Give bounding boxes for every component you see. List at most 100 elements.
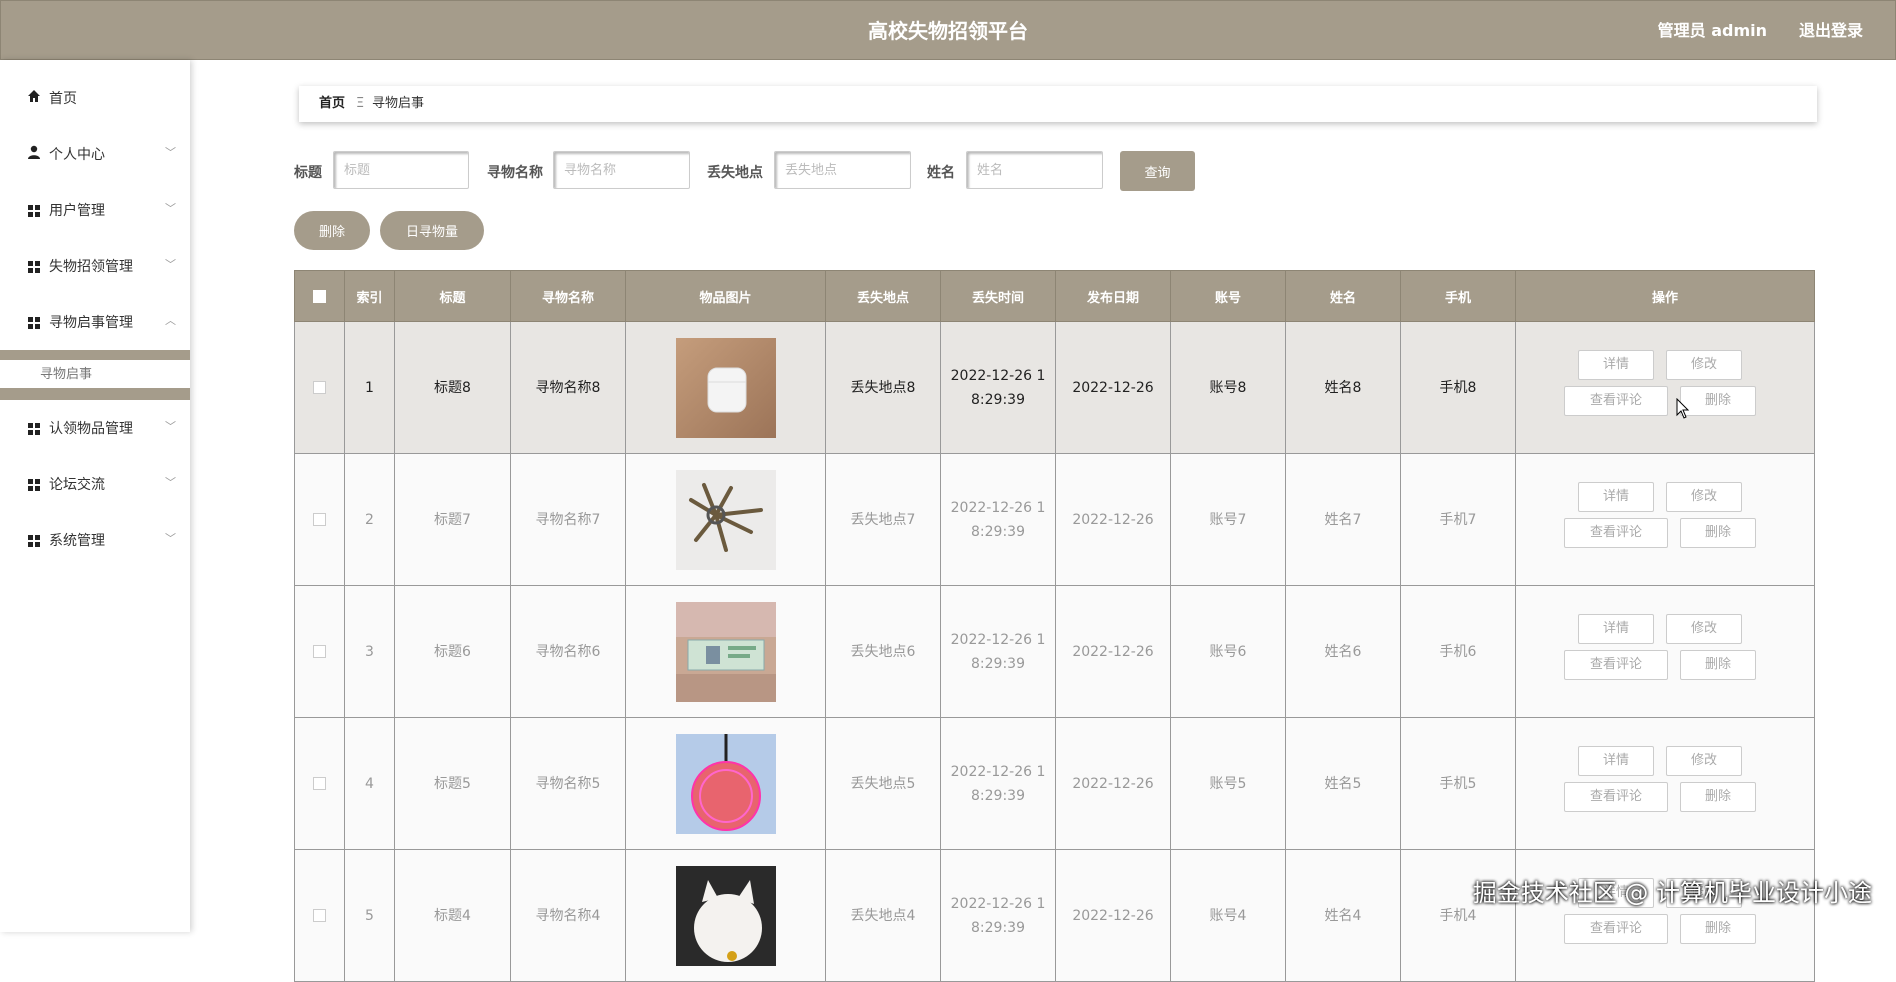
place-search-input[interactable] bbox=[774, 151, 911, 189]
sidebar: 首页 个人中心 ﹀ 用户管理 ﹀ 失物招领管理 ﹀ 寻物启事管理 ︿ 寻物启事 … bbox=[0, 60, 190, 932]
grid-icon bbox=[26, 457, 42, 513]
chevron-down-icon: ﹀ bbox=[165, 532, 176, 545]
logout-link[interactable]: 退出登录 bbox=[1799, 1, 1863, 61]
cat-photo bbox=[675, 865, 776, 966]
time-cell: 2022-12-26 18:29:39 bbox=[940, 453, 1056, 586]
view-comments-button[interactable]: 查看评论 bbox=[1564, 518, 1668, 548]
breadcrumb-separator: Ξ bbox=[356, 96, 365, 111]
sidebar-item-label: 系统管理 bbox=[49, 533, 105, 549]
sidebar-item-users[interactable]: 用户管理 ﹀ bbox=[0, 183, 190, 239]
detail-button[interactable]: 详情 bbox=[1578, 746, 1654, 776]
app-title: 高校失物招领平台 bbox=[868, 19, 1028, 43]
phone-cell: 手机7 bbox=[1400, 453, 1516, 586]
chevron-down-icon: ﹀ bbox=[165, 202, 176, 215]
phone-cell: 手机6 bbox=[1400, 585, 1516, 718]
title-search-input[interactable] bbox=[333, 151, 469, 189]
column-header: 索引 bbox=[344, 270, 395, 322]
column-header: 操作 bbox=[1515, 270, 1815, 322]
person-search-label: 姓名 bbox=[927, 165, 955, 181]
grid-icon bbox=[26, 295, 42, 351]
chevron-down-icon: ﹀ bbox=[165, 476, 176, 489]
delete-row-button[interactable]: 删除 bbox=[1680, 386, 1756, 416]
place-cell: 丢失地点4 bbox=[825, 849, 941, 982]
edit-button[interactable]: 修改 bbox=[1666, 746, 1742, 776]
column-header: 账号 bbox=[1170, 270, 1286, 322]
row-checkbox[interactable] bbox=[313, 909, 326, 922]
sidebar-item-lost-found[interactable]: 失物招领管理 ﹀ bbox=[0, 239, 190, 295]
row-checkbox[interactable] bbox=[313, 513, 326, 526]
column-header: 姓名 bbox=[1285, 270, 1401, 322]
delete-selected-button[interactable]: 删除 bbox=[294, 211, 370, 250]
delete-row-button[interactable]: 删除 bbox=[1680, 782, 1756, 812]
date-cell: 2022-12-26 bbox=[1055, 849, 1171, 982]
title-cell: 标题4 bbox=[394, 849, 511, 982]
account-cell: 账号7 bbox=[1170, 453, 1286, 586]
edit-button[interactable]: 修改 bbox=[1666, 614, 1742, 644]
sidebar-item-claim[interactable]: 认领物品管理 ﹀ bbox=[0, 401, 190, 457]
sidebar-item-home[interactable]: 首页 bbox=[0, 71, 190, 127]
index-cell: 1 bbox=[344, 321, 395, 454]
query-button[interactable]: 查询 bbox=[1120, 151, 1195, 191]
person-cell: 姓名5 bbox=[1285, 717, 1401, 850]
title-cell: 标题5 bbox=[394, 717, 511, 850]
delete-row-button[interactable]: 删除 bbox=[1680, 650, 1756, 680]
title-cell: 标题6 bbox=[394, 585, 511, 718]
index-cell: 2 bbox=[344, 453, 395, 586]
sidebar-item-personal[interactable]: 个人中心 ﹀ bbox=[0, 127, 190, 183]
column-header: 标题 bbox=[394, 270, 511, 322]
daily-count-button[interactable]: 日寻物量 bbox=[380, 211, 484, 250]
grid-icon bbox=[26, 401, 42, 457]
edit-button[interactable]: 修改 bbox=[1666, 482, 1742, 512]
view-comments-button[interactable]: 查看评论 bbox=[1564, 782, 1668, 812]
sidebar-item-forum[interactable]: 论坛交流 ﹀ bbox=[0, 457, 190, 513]
row-select-cell bbox=[294, 849, 345, 982]
edit-button[interactable]: 修改 bbox=[1666, 350, 1742, 380]
select-all-header[interactable] bbox=[294, 270, 345, 322]
sidebar-item-label: 论坛交流 bbox=[49, 477, 105, 493]
row-checkbox[interactable] bbox=[313, 381, 326, 394]
title-cell: 标题7 bbox=[394, 453, 511, 586]
name-cell: 寻物名称8 bbox=[510, 321, 626, 454]
grid-icon bbox=[26, 513, 42, 569]
table-row: 3 标题6 寻物名称6 丢失地点6 2022-12-26 18:29:39 20… bbox=[294, 585, 1815, 718]
sidebar-item-label: 认领物品管理 bbox=[49, 421, 133, 437]
person-search-input[interactable] bbox=[966, 151, 1103, 189]
breadcrumb: 首页 Ξ 寻物启事 bbox=[299, 86, 1817, 122]
view-comments-button[interactable]: 查看评论 bbox=[1564, 650, 1668, 680]
detail-button[interactable]: 详情 bbox=[1578, 350, 1654, 380]
delete-row-button[interactable]: 删除 bbox=[1680, 914, 1756, 944]
chevron-down-icon: ﹀ bbox=[165, 258, 176, 271]
person-cell: 姓名8 bbox=[1285, 321, 1401, 454]
view-comments-button[interactable]: 查看评论 bbox=[1564, 386, 1668, 416]
detail-button[interactable]: 详情 bbox=[1578, 614, 1654, 644]
date-cell: 2022-12-26 bbox=[1055, 717, 1171, 850]
ops-cell: 详情 修改 查看评论 删除 bbox=[1515, 849, 1815, 982]
chevron-up-icon: ︿ bbox=[165, 314, 176, 327]
date-cell: 2022-12-26 bbox=[1055, 453, 1171, 586]
row-checkbox[interactable] bbox=[313, 777, 326, 790]
table-row: 1 标题8 寻物名称8 丢失地点8 2022-12-26 18:29:39 20… bbox=[294, 321, 1815, 454]
breadcrumb-home[interactable]: 首页 bbox=[319, 86, 345, 122]
row-select-cell bbox=[294, 585, 345, 718]
select-all-checkbox[interactable] bbox=[313, 289, 326, 303]
place-cell: 丢失地点7 bbox=[825, 453, 941, 586]
name-search-input[interactable] bbox=[553, 151, 690, 189]
phone-cell: 手机5 bbox=[1400, 717, 1516, 850]
date-cell: 2022-12-26 bbox=[1055, 321, 1171, 454]
table-row: 2 标题7 寻物名称7 丢失地点7 2022-12-26 18:29:39 20… bbox=[294, 453, 1815, 586]
ops-cell: 详情 修改 查看评论 删除 bbox=[1515, 453, 1815, 586]
detail-button[interactable]: 详情 bbox=[1578, 482, 1654, 512]
place-cell: 丢失地点6 bbox=[825, 585, 941, 718]
sidebar-item-label: 寻物启事管理 bbox=[49, 315, 133, 331]
phone-cell: 手机8 bbox=[1400, 321, 1516, 454]
sidebar-item-label: 首页 bbox=[49, 91, 77, 107]
name-cell: 寻物名称7 bbox=[510, 453, 626, 586]
view-comments-button[interactable]: 查看评论 bbox=[1564, 914, 1668, 944]
row-checkbox[interactable] bbox=[313, 645, 326, 658]
delete-row-button[interactable]: 删除 bbox=[1680, 518, 1756, 548]
sidebar-subitem-search-notice[interactable]: 寻物启事 bbox=[0, 360, 190, 390]
table-header-row: 索引 标题 寻物名称 物品图片 丢失地点 丢失时间 发布日期 账号 姓名 手机 … bbox=[294, 270, 1815, 322]
date-cell: 2022-12-26 bbox=[1055, 585, 1171, 718]
sidebar-item-search-notice[interactable]: 寻物启事管理 ︿ bbox=[0, 295, 190, 351]
sidebar-item-system[interactable]: 系统管理 ﹀ bbox=[0, 513, 190, 569]
